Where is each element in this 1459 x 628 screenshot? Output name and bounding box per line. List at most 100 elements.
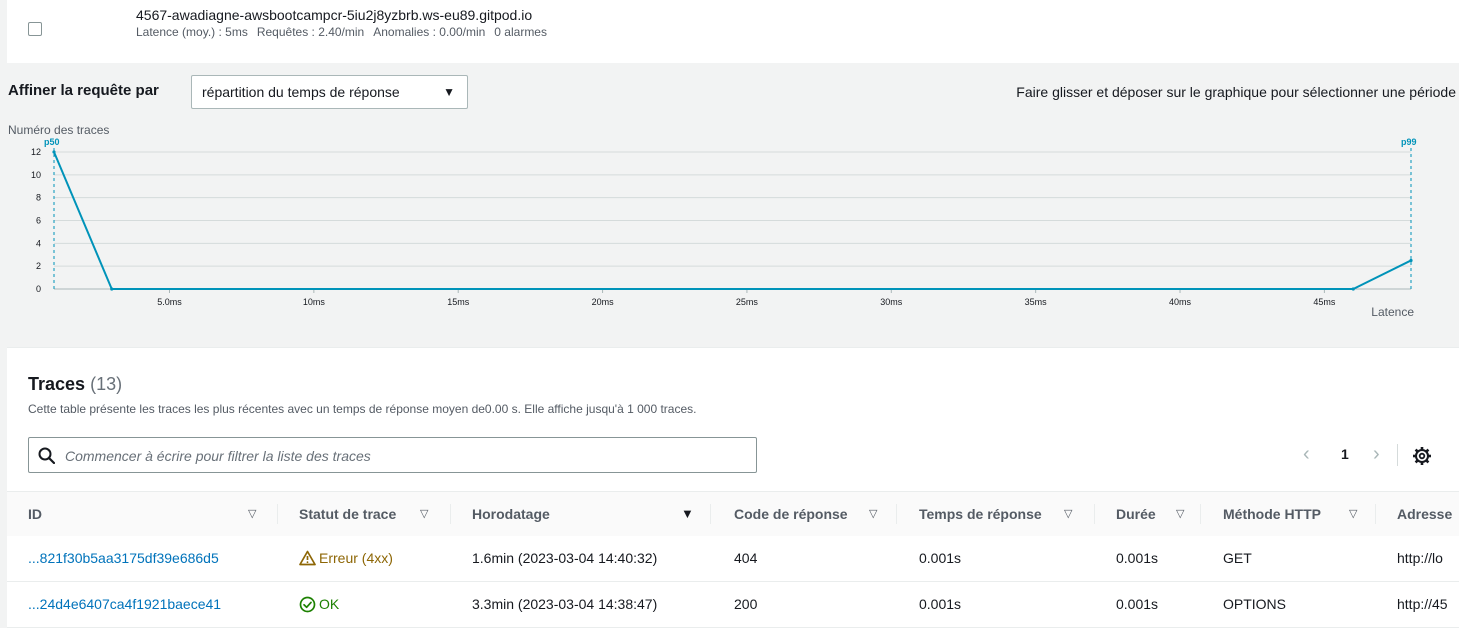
chart-y-tick-label: 12: [31, 147, 41, 157]
warning-icon: [299, 550, 316, 566]
column-divider: [1094, 504, 1095, 524]
chart-data-point: [1409, 258, 1413, 263]
trace-timestamp: 3.3min (2023-03-04 14:38:47): [472, 596, 658, 612]
traces-panel: Traces (13) Cette table présente les tra…: [7, 347, 1459, 628]
column-header-status[interactable]: Statut de trace ▽: [299, 492, 449, 536]
percentile-marker-label: p50: [44, 137, 60, 147]
chart-x-tick-label: 10ms: [303, 297, 326, 307]
trace-id-link[interactable]: ...821f30b5aa3175df39e686d5: [28, 536, 219, 581]
sort-desc-icon[interactable]: ▼: [681, 492, 694, 536]
column-header-duration[interactable]: Durée ▽: [1116, 492, 1196, 536]
chart-x-tick-label: 15ms: [447, 297, 470, 307]
chevron-right-icon[interactable]: ›: [1373, 444, 1380, 464]
table-row: ...821f30b5aa3175df39e686d5 Erreur (4xx)…: [7, 536, 1459, 582]
node-stat-alarms: 0 alarmes: [494, 25, 547, 39]
trace-status-label: OK: [319, 596, 340, 612]
trace-id-link[interactable]: ...24d4e6407ca4f1921baece41: [28, 582, 221, 627]
chart-x-tick-label: 40ms: [1169, 297, 1192, 307]
column-header-label: Durée: [1116, 506, 1156, 522]
trace-response-time: 0.001s: [919, 550, 962, 566]
refine-select-value: répartition du temps de réponse: [202, 84, 400, 100]
column-header-label: Horodatage: [472, 506, 550, 522]
chevron-left-icon[interactable]: ‹: [1303, 444, 1310, 464]
trace-http-method: OPTIONS: [1223, 596, 1287, 612]
node-select-checkbox[interactable]: [28, 22, 42, 36]
column-divider: [896, 504, 897, 524]
traces-title-text: Traces: [28, 374, 86, 394]
service-node-row: 4567-awadiagne-awsbootcampcr-5iu2j8yzbrb…: [7, 0, 1459, 63]
chart-y-tick-label: 6: [36, 216, 41, 226]
table-row: ...24d4e6407ca4f1921baece41 OK 3.3min (2…: [7, 582, 1459, 628]
trace-duration: 0.001s: [1116, 596, 1159, 612]
chart-y-tick-label: 2: [36, 261, 41, 271]
chart-x-tick-label: 35ms: [1025, 297, 1048, 307]
trace-address: http://45: [1397, 596, 1448, 612]
chart-x-tick-label: 30ms: [880, 297, 903, 307]
trace-filter-input[interactable]: [63, 439, 747, 473]
response-time-chart[interactable]: 0 2 4 6 8 10 12 5.0ms 10ms 15ms 20ms 25ms 30ms 35ms 40…: [0, 136, 1459, 326]
divider: [1397, 444, 1398, 466]
caret-down-icon: ▼: [443, 85, 455, 99]
chart-y-tick-label: 10: [31, 170, 41, 180]
column-header-response-time[interactable]: Temps de réponse ▽: [919, 492, 1089, 536]
drag-hint: Faire glisser et déposer sur le graphiqu…: [1016, 84, 1456, 100]
chart-x-tick-label: 45ms: [1313, 297, 1336, 307]
column-divider: [450, 504, 451, 524]
trace-status: OK: [299, 582, 339, 627]
sort-icon[interactable]: ▽: [420, 492, 428, 536]
sort-icon[interactable]: ▽: [1349, 492, 1357, 536]
check-circle-icon: [299, 596, 316, 613]
column-header-http-method[interactable]: Méthode HTTP ▽: [1223, 492, 1373, 536]
refine-select[interactable]: répartition du temps de réponse ▼: [191, 75, 468, 109]
column-header-id[interactable]: ID ▽: [28, 492, 268, 536]
node-stats: Latence (moy.) : 5ms Requêtes : 2.40/min A…: [136, 25, 556, 39]
chart-x-axis-label: Latence: [1371, 305, 1414, 319]
sort-icon[interactable]: ▽: [869, 492, 877, 536]
column-divider: [277, 504, 278, 524]
column-header-timestamp[interactable]: Horodatage ▼: [472, 492, 697, 536]
column-header-label: Temps de réponse: [919, 506, 1042, 522]
column-header-label: Méthode HTTP: [1223, 506, 1321, 522]
column-header-label: Statut de trace: [299, 506, 397, 522]
chart-x-tick-label: 20ms: [592, 297, 615, 307]
sort-icon[interactable]: ▽: [248, 492, 256, 536]
trace-timestamp: 1.6min (2023-03-04 14:40:32): [472, 550, 658, 566]
percentile-marker-label: p99: [1401, 137, 1417, 147]
refine-label: Affiner la requête par: [8, 82, 159, 99]
column-header-label: Adresse: [1397, 506, 1453, 522]
node-stat-latency: Latence (moy.) : 5ms: [136, 25, 248, 39]
chart-y-tick-label: 0: [36, 284, 41, 294]
chart-y-axis-label: Numéro des traces: [8, 123, 110, 137]
column-divider: [710, 504, 711, 524]
column-header-label: Code de réponse: [734, 506, 848, 522]
node-name[interactable]: 4567-awadiagne-awsbootcampcr-5iu2j8yzbrb…: [136, 7, 532, 23]
trace-status-label: Erreur (4xx): [319, 550, 393, 566]
node-stat-requests: Requêtes : 2.40/min: [256, 25, 365, 39]
search-icon: [38, 447, 55, 464]
trace-duration: 0.001s: [1116, 550, 1159, 566]
traces-count: (13): [90, 374, 123, 394]
column-header-address[interactable]: Adresse: [1397, 492, 1459, 536]
sort-icon[interactable]: ▽: [1064, 492, 1072, 536]
trace-filter-search: [28, 437, 757, 473]
chart-data-point: [110, 287, 114, 291]
column-header-response-code[interactable]: Code de réponse ▽: [734, 492, 899, 536]
gear-icon[interactable]: [1412, 446, 1432, 466]
chart-x-tick-label: 25ms: [736, 297, 759, 307]
traces-table-header: ID ▽ Statut de trace ▽ Horodatage ▼ Code…: [7, 491, 1459, 537]
trace-address: http://lo: [1397, 550, 1443, 566]
chart-data-point: [52, 150, 56, 154]
node-stat-anomalies: Anomalies : 0.00/min: [373, 25, 486, 39]
current-page[interactable]: 1: [1341, 446, 1349, 462]
trace-response-code: 404: [734, 550, 758, 566]
chart-data-point: [1351, 287, 1355, 291]
traces-description: Cette table présente les traces les plus…: [28, 402, 697, 416]
sort-icon[interactable]: ▽: [1176, 492, 1184, 536]
trace-status: Erreur (4xx): [299, 536, 393, 581]
trace-response-time: 0.001s: [919, 596, 962, 612]
chart-x-tick-label: 5.0ms: [157, 297, 182, 307]
column-divider: [1375, 504, 1376, 524]
trace-http-method: GET: [1223, 550, 1252, 566]
column-header-label: ID: [28, 506, 42, 522]
trace-response-code: 200: [734, 596, 758, 612]
